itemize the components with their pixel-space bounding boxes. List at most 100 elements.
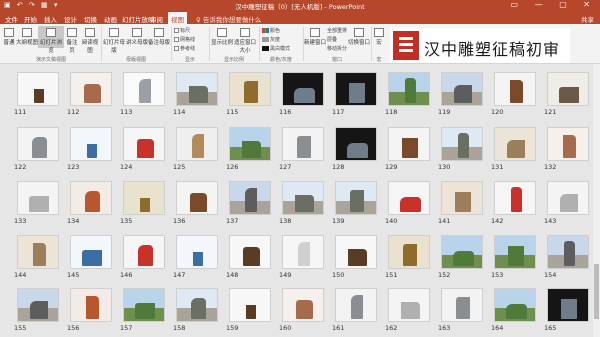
switch-windows-button[interactable]: 切换窗口 [348, 28, 370, 46]
slide-thumbnail[interactable] [388, 288, 430, 322]
slide-thumbnail[interactable] [441, 72, 483, 106]
zoom-button[interactable]: 显示比例 [211, 28, 233, 46]
black-white-button[interactable]: 黑白模式 [262, 45, 290, 52]
fit-to-window-button[interactable]: 适应窗口大小 [233, 28, 257, 54]
tab-animations[interactable]: 动画 [104, 14, 117, 24]
slide-thumbnail[interactable] [282, 288, 324, 322]
slide-thumbnail[interactable] [17, 235, 59, 269]
slide-thumbnail[interactable] [282, 181, 324, 215]
ruler-checkbox[interactable]: 标尺 [174, 27, 190, 34]
slide-thumbnail[interactable] [17, 288, 59, 322]
tab-review[interactable]: 审阅 [150, 14, 163, 24]
slide-thumbnail[interactable] [123, 181, 165, 215]
slide-thumbnail[interactable] [335, 127, 377, 161]
tab-design[interactable]: 设计 [64, 14, 77, 24]
slide-thumbnail[interactable] [229, 235, 271, 269]
tab-transitions[interactable]: 切换 [84, 14, 97, 24]
color-mode-button[interactable]: 颜色 [262, 27, 280, 34]
slide-thumbnail[interactable] [70, 72, 112, 106]
tab-view[interactable]: 视图 [168, 12, 187, 24]
slide-thumbnail[interactable] [388, 127, 430, 161]
new-window-button[interactable]: 新建窗口 [304, 28, 326, 46]
slide-thumbnail[interactable] [229, 288, 271, 322]
slide-thumbnail[interactable] [388, 181, 430, 215]
slide-thumbnail[interactable] [494, 235, 536, 269]
tab-home[interactable]: 开始 [24, 14, 37, 24]
slide-number: 120 [491, 108, 504, 116]
slide-thumbnail[interactable] [70, 127, 112, 161]
tab-insert[interactable]: 插入 [44, 14, 57, 24]
cascade-button[interactable]: 层叠 [327, 36, 337, 43]
normal-view-button[interactable]: 普通 [2, 28, 16, 46]
move-split-button[interactable]: 移动拆分 [327, 45, 347, 52]
slide-thumbnail[interactable] [547, 235, 589, 269]
notes-master-button[interactable]: 备注母版 [148, 28, 170, 46]
reading-view-button[interactable]: 阅读视图 [80, 28, 100, 54]
slide-sculpture-image [297, 136, 311, 158]
slide-thumbnail[interactable] [176, 288, 218, 322]
slide-thumbnail[interactable] [547, 127, 589, 161]
slide-thumbnail[interactable] [441, 235, 483, 269]
slide-thumbnail[interactable] [494, 127, 536, 161]
slide-thumbnail[interactable] [335, 288, 377, 322]
guides-checkbox[interactable]: 参考线 [174, 45, 195, 52]
slide-thumbnail[interactable] [70, 288, 112, 322]
arrange-all-button[interactable]: 全部重排 [327, 27, 347, 34]
slide-thumbnail[interactable] [123, 72, 165, 106]
slide-number: 142 [491, 217, 504, 225]
slide-sorter-button[interactable]: 幻灯片浏览 [38, 26, 64, 54]
tab-file[interactable]: 文件 [5, 14, 18, 24]
slide-thumbnail[interactable] [388, 72, 430, 106]
slide-thumbnail[interactable] [335, 72, 377, 106]
macros-button[interactable]: 宏 [372, 28, 386, 46]
gridlines-checkbox[interactable]: 网格线 [174, 36, 195, 43]
slide-thumbnail[interactable] [335, 235, 377, 269]
slide-thumbnail[interactable] [123, 288, 165, 322]
slide-thumbnail[interactable] [123, 127, 165, 161]
window-controls[interactable]: ▭ — ▢ ✕ [511, 0, 597, 9]
slide-thumbnail[interactable] [70, 181, 112, 215]
slide-sculpture-image [87, 144, 97, 158]
grayscale-button[interactable]: 灰度 [262, 36, 280, 43]
slide-thumbnail[interactable] [335, 181, 377, 215]
slide-thumbnail[interactable] [17, 181, 59, 215]
slide-thumbnail[interactable] [547, 288, 589, 322]
slide-thumbnail[interactable] [494, 181, 536, 215]
slide-thumbnail[interactable] [282, 127, 324, 161]
slide-thumbnail[interactable] [494, 72, 536, 106]
slide-thumbnail[interactable] [123, 235, 165, 269]
slide-thumbnail[interactable] [70, 235, 112, 269]
slide-thumbnail[interactable] [176, 127, 218, 161]
slide-thumbnail[interactable] [176, 235, 218, 269]
ribbon-tabs: 文件 开始 插入 设计 切换 动画 幻灯片放映 审阅 视图 ♀ 告诉我你想要做什… [0, 12, 600, 24]
slide-thumbnail[interactable] [229, 127, 271, 161]
slide-sculpture-image [193, 252, 203, 266]
slide-thumbnail[interactable] [547, 181, 589, 215]
slide-thumbnail[interactable] [494, 288, 536, 322]
slide-thumbnail[interactable] [441, 127, 483, 161]
notes-page-button[interactable]: 备注页 [64, 28, 80, 54]
slide-number: 134 [67, 217, 80, 225]
vertical-scrollbar[interactable] [593, 64, 600, 337]
slide-number: 123 [67, 163, 80, 171]
handout-master-button[interactable]: 讲义母版 [126, 28, 148, 46]
slide-thumbnail[interactable] [282, 235, 324, 269]
slide-thumbnail[interactable] [388, 235, 430, 269]
slide-sorter-pane[interactable]: 111 112 113 114 115 116 117 118 119 120 121 122 123 1… [0, 64, 600, 337]
slide-thumbnail[interactable] [17, 72, 59, 106]
tell-me-search[interactable]: ♀ 告诉我你想要做什么 [196, 14, 261, 24]
slide-thumbnail[interactable] [229, 181, 271, 215]
outline-view-button[interactable]: 大纲视图 [16, 28, 38, 46]
slide-thumbnail[interactable] [176, 181, 218, 215]
slide-thumbnail[interactable] [17, 127, 59, 161]
slide-master-button[interactable]: 幻灯片母版 [102, 28, 126, 54]
slide-thumbnail[interactable] [229, 72, 271, 106]
slide-thumbnail[interactable] [547, 72, 589, 106]
slide-sculpture-image [346, 143, 368, 158]
slide-thumbnail[interactable] [441, 181, 483, 215]
slide-thumbnail[interactable] [176, 72, 218, 106]
scrollbar-thumb[interactable] [594, 264, 599, 319]
share-button[interactable]: 共享 [581, 14, 594, 24]
slide-thumbnail[interactable] [282, 72, 324, 106]
slide-thumbnail[interactable] [441, 288, 483, 322]
